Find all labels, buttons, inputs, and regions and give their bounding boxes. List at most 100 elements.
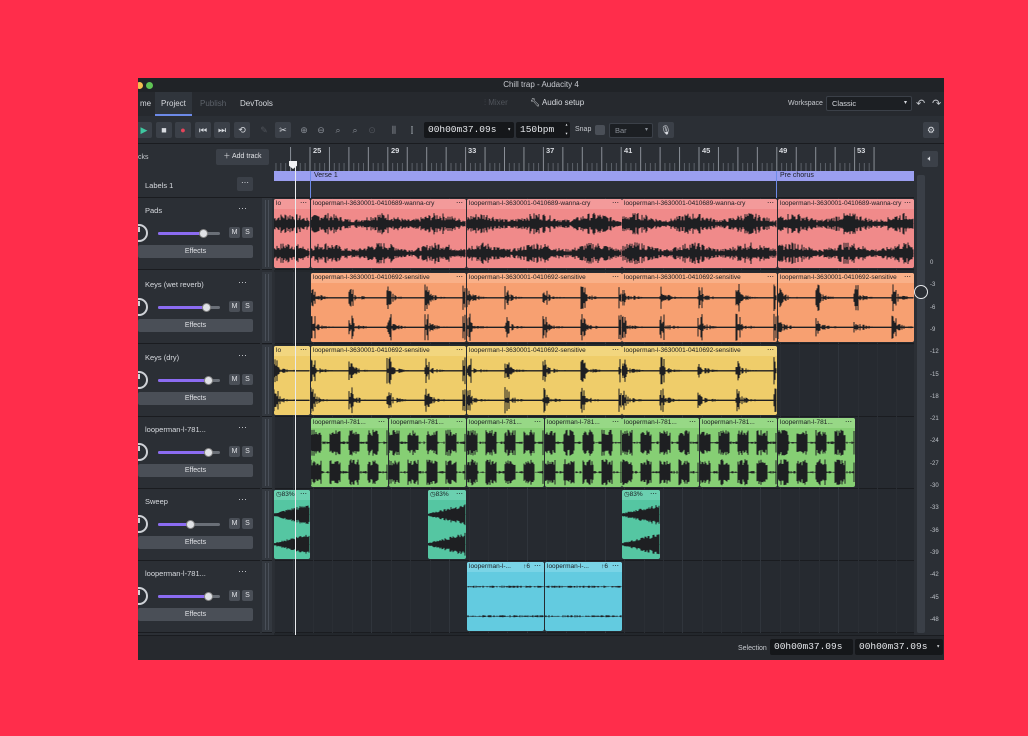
clip-menu-icon[interactable]: ⋯ bbox=[767, 418, 774, 427]
gain-slider[interactable] bbox=[158, 229, 220, 238]
microphone-button[interactable]: 🎙︎ bbox=[658, 122, 674, 138]
gain-slider-thumb[interactable] bbox=[202, 303, 212, 312]
master-volume-knob[interactable] bbox=[914, 285, 928, 299]
clip-menu-icon[interactable]: ⋯ bbox=[612, 273, 619, 282]
gain-slider-thumb[interactable] bbox=[198, 229, 208, 238]
mixer-button[interactable]: ⫶ Mixer bbox=[484, 98, 508, 108]
clip-header[interactable]: looperman-l-781... ⋯ bbox=[778, 418, 855, 428]
track-name[interactable]: Keys (wet reverb) bbox=[145, 280, 204, 289]
audio-clip[interactable]: looperman-l-3630001-0410689-wanna-cry ⋯ bbox=[467, 199, 622, 268]
solo-button[interactable]: S bbox=[242, 518, 253, 529]
clip-menu-icon[interactable]: ⋯ bbox=[689, 418, 696, 427]
clip-header[interactable]: looperman-l-3630001-0410689-wanna-cry ⋯ bbox=[311, 199, 466, 209]
clip-menu-icon[interactable]: ⋯ bbox=[612, 418, 619, 427]
audio-clip[interactable]: looperman-l-3630001-0410692-sensitive ⋯ bbox=[467, 273, 622, 342]
audio-clip[interactable]: looperman-l-... ↑6 ⋯ bbox=[545, 562, 622, 631]
clip-menu-icon[interactable]: ⋯ bbox=[456, 346, 463, 355]
clip-menu-icon[interactable]: ⋯ bbox=[904, 273, 911, 282]
clip-menu-icon[interactable]: ⋯ bbox=[300, 346, 307, 355]
envelope-tool-button[interactable]: ✎ bbox=[256, 122, 272, 138]
trim-button[interactable]: ⫼ bbox=[386, 122, 402, 138]
track-lane[interactable]: looperman-l-... ↑6 ⋯ looperman-l-... ↑6 ⋯ bbox=[274, 561, 914, 633]
loop-button[interactable]: ⟲ bbox=[234, 122, 250, 138]
audio-clip[interactable]: looperman-l-3630001-0410692-sensitive ⋯ bbox=[778, 273, 914, 342]
audio-clip[interactable]: looperman-l-3630001-0410692-sensitive ⋯ bbox=[622, 346, 777, 415]
audio-clip[interactable]: looperman-l-... ↑6 ⋯ bbox=[467, 562, 544, 631]
zoom-toggle-button[interactable]: ⊙ bbox=[364, 122, 380, 138]
clip-header[interactable]: lo ⋯ bbox=[274, 346, 310, 356]
track-drag-handle[interactable] bbox=[262, 198, 272, 270]
pan-knob[interactable] bbox=[138, 371, 148, 389]
solo-button[interactable]: S bbox=[242, 374, 253, 385]
track-name[interactable]: looperman-l-781... bbox=[145, 569, 206, 578]
effects-button[interactable]: Effects bbox=[138, 392, 253, 405]
audio-clip[interactable]: looperman-l-781... ⋯ bbox=[311, 418, 388, 487]
clip-menu-icon[interactable]: ⋯ bbox=[612, 562, 619, 571]
audio-clip[interactable]: looperman-l-3630001-0410692-sensitive ⋯ bbox=[467, 346, 622, 415]
label-pre-chorus[interactable]: Pre chorus bbox=[780, 172, 814, 179]
gain-slider-thumb[interactable] bbox=[203, 448, 213, 457]
clip-menu-icon[interactable]: ⋯ bbox=[534, 562, 541, 571]
track-timeline[interactable]: lo ⋯ looperman-l-3630001-0410689-wanna-cry… bbox=[274, 198, 914, 635]
audio-clip[interactable]: ◷83% ⋯ bbox=[274, 490, 310, 559]
audio-clip[interactable]: looperman-l-3630001-0410689-wanna-cry ⋯ bbox=[778, 199, 914, 268]
clip-menu-icon[interactable]: ⋯ bbox=[767, 346, 774, 355]
track-menu-icon[interactable]: ⋯ bbox=[238, 494, 247, 505]
gain-slider-thumb[interactable] bbox=[203, 376, 213, 385]
zoom-in-button[interactable]: ⊕ bbox=[296, 122, 312, 138]
clip-header[interactable]: looperman-l-... ↑6 ⋯ bbox=[467, 562, 544, 572]
pan-knob[interactable] bbox=[138, 298, 148, 316]
effects-button[interactable]: Effects bbox=[138, 608, 253, 621]
audio-clip[interactable]: looperman-l-781... ⋯ bbox=[622, 418, 699, 487]
mute-button[interactable]: M bbox=[229, 227, 240, 238]
mute-button[interactable]: M bbox=[229, 446, 240, 457]
record-button[interactable]: ● bbox=[175, 122, 191, 138]
audio-clip[interactable]: looperman-l-3630001-0410689-wanna-cry ⋯ bbox=[622, 199, 777, 268]
speaker-button[interactable]: 🔈︎ bbox=[922, 151, 938, 167]
gain-slider[interactable] bbox=[158, 448, 220, 457]
clip-menu-icon[interactable]: ⋯ bbox=[904, 199, 911, 208]
zoom-fit-button[interactable]: ⌕ bbox=[347, 122, 363, 138]
effects-button[interactable]: Effects bbox=[138, 464, 253, 477]
audio-clip[interactable]: ◷83% ⋯ bbox=[428, 490, 466, 559]
tempo-field[interactable]: 150bpm ▴ ▾ bbox=[516, 122, 570, 138]
tab-publish[interactable]: Publish bbox=[194, 92, 232, 116]
audio-clip[interactable]: looperman-l-781... ⋯ bbox=[389, 418, 466, 487]
clip-menu-icon[interactable]: ⋯ bbox=[767, 199, 774, 208]
gain-slider[interactable] bbox=[158, 520, 220, 529]
track-menu-icon[interactable]: ⋯ bbox=[238, 203, 247, 214]
gain-slider[interactable] bbox=[158, 376, 220, 385]
clip-menu-icon[interactable]: ⋯ bbox=[456, 418, 463, 427]
audio-clip[interactable]: looperman-l-781... ⋯ bbox=[545, 418, 622, 487]
tab-devtools[interactable]: DevTools bbox=[234, 92, 279, 116]
clip-header[interactable]: ◷83% ⋯ bbox=[622, 490, 660, 500]
track-name[interactable]: Pads bbox=[145, 206, 162, 215]
track-lane[interactable]: lo ⋯ looperman-l-3630001-0410692-sensitive… bbox=[274, 345, 914, 417]
solo-button[interactable]: S bbox=[242, 590, 253, 601]
clip-header[interactable]: looperman-l-3630001-0410689-wanna-cry ⋯ bbox=[778, 199, 914, 209]
clip-header[interactable]: ◷83% ⋯ bbox=[274, 490, 310, 500]
zoom-selection-button[interactable]: ⌕ bbox=[330, 122, 346, 138]
clip-header[interactable]: looperman-l-3630001-0410692-sensitive ⋯ bbox=[311, 273, 466, 283]
label-region[interactable] bbox=[274, 171, 914, 181]
mute-button[interactable]: M bbox=[229, 301, 240, 312]
settings-button[interactable]: ⚙ bbox=[923, 122, 939, 138]
audio-clip[interactable]: ◷83% ⋯ bbox=[622, 490, 660, 559]
selection-end-time[interactable]: 00h00m37.09s ▾ bbox=[855, 639, 943, 655]
clip-header[interactable]: looperman-l-3630001-0410689-wanna-cry ⋯ bbox=[467, 199, 622, 209]
audio-clip[interactable]: looperman-l-781... ⋯ bbox=[700, 418, 777, 487]
clip-header[interactable]: looperman-l-781... ⋯ bbox=[389, 418, 466, 428]
redo-icon[interactable]: ↷ bbox=[932, 97, 941, 110]
skip-to-end-button[interactable]: ⏭ bbox=[214, 122, 230, 138]
gain-slider[interactable] bbox=[158, 592, 220, 601]
track-lane[interactable]: lo ⋯ looperman-l-3630001-0410689-wanna-cry… bbox=[274, 198, 914, 270]
cut-button[interactable]: ✂ bbox=[275, 122, 291, 138]
label-verse[interactable]: Verse 1 bbox=[314, 172, 338, 179]
snap-select[interactable]: Bar ▾ bbox=[609, 123, 653, 138]
pan-knob[interactable] bbox=[138, 443, 148, 461]
audio-clip[interactable]: lo ⋯ bbox=[274, 346, 310, 415]
track-name[interactable]: Keys (dry) bbox=[145, 353, 179, 362]
track-menu-icon[interactable]: ⋯ bbox=[238, 566, 247, 577]
solo-button[interactable]: S bbox=[242, 227, 253, 238]
audio-setup-button[interactable]: 🔧︎ Audio setup bbox=[530, 98, 584, 107]
